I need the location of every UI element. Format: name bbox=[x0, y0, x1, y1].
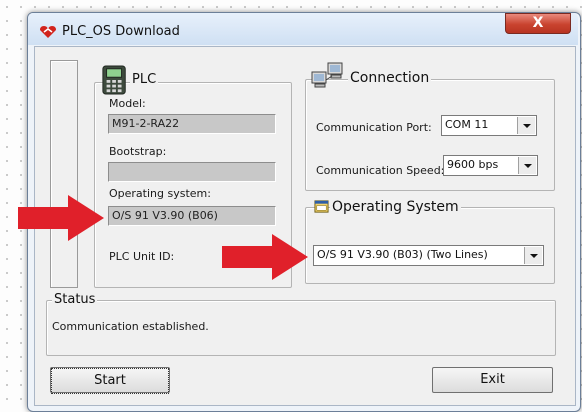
chevron-down-icon[interactable] bbox=[518, 157, 536, 174]
communication-speed-select[interactable]: 9600 bps bbox=[443, 155, 538, 176]
operating-system-label: Operating system: bbox=[109, 187, 211, 200]
chevron-down-icon[interactable] bbox=[524, 247, 542, 264]
unitronics-logo-icon bbox=[40, 26, 56, 38]
exit-button[interactable]: Exit bbox=[432, 367, 553, 393]
close-button[interactable]: X bbox=[505, 13, 571, 34]
start-button-label: Start bbox=[51, 368, 169, 394]
status-legend: Status bbox=[52, 292, 98, 308]
progress-panel bbox=[50, 60, 78, 288]
chevron-down-icon[interactable] bbox=[517, 117, 535, 134]
communication-port-value: COM 11 bbox=[445, 118, 489, 131]
communication-port-label: Communication Port: bbox=[316, 121, 432, 134]
plc-unit-id-label: PLC Unit ID: bbox=[109, 250, 175, 263]
communication-speed-value: 9600 bps bbox=[447, 158, 499, 171]
start-button[interactable]: Start bbox=[50, 367, 170, 394]
window-title: PLC_OS Download bbox=[62, 24, 180, 39]
model-field: M91-2-RA22 bbox=[108, 114, 276, 134]
operating-system-select[interactable]: O/S 91 V3.90 (B03) (Two Lines) bbox=[313, 245, 544, 266]
connection-legend: Connection bbox=[348, 70, 432, 86]
plc-device-icon bbox=[102, 65, 126, 95]
communication-speed-label: Communication Speed: bbox=[316, 164, 445, 177]
annotation-arrow-left bbox=[18, 195, 104, 241]
os-window-icon bbox=[314, 200, 329, 213]
operating-system-legend: Operating System bbox=[330, 199, 461, 215]
operating-system-selected: O/S 91 V3.90 (B03) (Two Lines) bbox=[317, 248, 488, 261]
annotation-arrow-right bbox=[222, 234, 308, 280]
network-computers-icon bbox=[311, 62, 343, 88]
model-label: Model: bbox=[109, 97, 146, 110]
bootstrap-label: Bootstrap: bbox=[109, 145, 167, 158]
bootstrap-field bbox=[108, 162, 276, 182]
status-message: Communication established. bbox=[52, 320, 209, 333]
communication-port-select[interactable]: COM 11 bbox=[441, 115, 537, 136]
operating-system-field: O/S 91 V3.90 (B06) bbox=[108, 206, 276, 226]
plc-legend: PLC bbox=[130, 72, 159, 88]
